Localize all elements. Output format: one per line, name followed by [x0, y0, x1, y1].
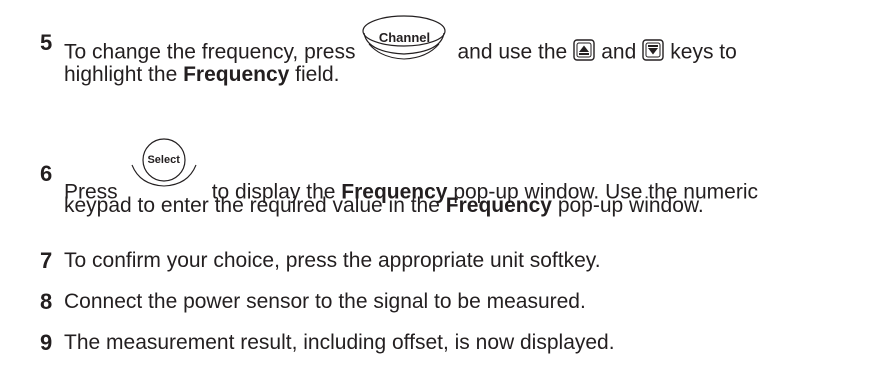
- step-number: 6: [40, 161, 53, 186]
- step-number: 7: [40, 248, 53, 273]
- step-text-part: keypad to enter the required value in th…: [64, 194, 440, 217]
- step-text-line2: highlight the Frequency field.: [64, 60, 876, 90]
- step-text-line2: keypad to enter the required value in th…: [64, 191, 876, 221]
- down-arrow-key-icon: [642, 39, 664, 61]
- step-text-part: pop-up window.: [557, 194, 704, 217]
- field-name-bold: Frequency: [183, 63, 290, 86]
- channel-key-icon: Channel: [361, 14, 447, 64]
- manual-page: 5 To change the frequency, press Channel…: [0, 0, 882, 368]
- step-number: 5: [40, 30, 53, 55]
- step-number: 8: [40, 289, 53, 314]
- up-arrow-key-icon: [573, 39, 595, 61]
- down-arrow-shape: [642, 39, 664, 61]
- step-number: 9: [40, 330, 53, 355]
- step-text-part: field.: [295, 63, 340, 86]
- field-name-bold: Frequency: [445, 194, 552, 217]
- up-arrow-shape: [573, 39, 595, 61]
- step-text: To confirm your choice, press the approp…: [64, 249, 601, 272]
- step-text-part: highlight the: [64, 63, 178, 86]
- select-key-label: Select: [147, 154, 180, 166]
- step-text: Connect the power sensor to the signal t…: [64, 290, 586, 313]
- channel-key-label: Channel: [378, 30, 431, 45]
- step-text: The measurement result, including offset…: [64, 331, 615, 354]
